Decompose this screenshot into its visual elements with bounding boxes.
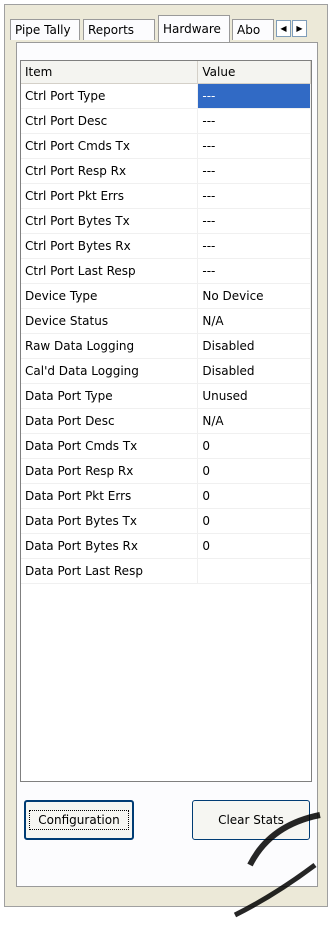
row-value-cell: 0: [198, 534, 311, 558]
row-item-cell: Ctrl Port Type: [21, 84, 199, 108]
clear-stats-button[interactable]: Clear Stats: [192, 800, 310, 840]
row-item-cell: Ctrl Port Pkt Errs: [21, 184, 199, 208]
arrow-right-icon: ▶: [296, 24, 303, 33]
row-item-cell: Cal'd Data Logging: [21, 359, 199, 383]
column-header-item[interactable]: Item: [21, 61, 199, 83]
row-value-cell: ---: [198, 209, 311, 233]
arrow-left-icon: ◀: [280, 24, 287, 33]
table-row[interactable]: Raw Data Logging Disabled: [21, 334, 311, 359]
table-row[interactable]: Ctrl Port Resp Rx ---: [21, 159, 311, 184]
tab-label: Pipe Tally: [15, 23, 71, 37]
row-value-cell: Disabled: [198, 359, 311, 383]
table-row[interactable]: Data Port Last Resp: [21, 559, 311, 584]
tab-about[interactable]: Abo: [232, 19, 274, 40]
row-value-cell: Unused: [198, 384, 311, 408]
table-row[interactable]: Data Port Resp Rx 0: [21, 459, 311, 484]
row-item-cell: Ctrl Port Last Resp: [21, 259, 199, 283]
row-value-cell: 0: [198, 484, 311, 508]
row-item-cell: Ctrl Port Desc: [21, 109, 199, 133]
row-item-cell: Data Port Last Resp: [21, 559, 199, 583]
row-value-cell: 0: [198, 509, 311, 533]
row-value-cell: ---: [198, 109, 311, 133]
row-item-cell: Data Port Type: [21, 384, 199, 408]
row-value-cell: ---: [198, 259, 311, 283]
table-row[interactable]: Ctrl Port Type ---: [21, 84, 311, 109]
clear-stats-button-label: Clear Stats: [218, 813, 284, 827]
tab-scroll-right-button[interactable]: ▶: [292, 20, 307, 37]
row-value-cell: ---: [198, 134, 311, 158]
row-value-cell: ---: [198, 84, 311, 108]
tab-label: Hardware: [163, 22, 221, 36]
row-item-cell: Data Port Desc: [21, 409, 199, 433]
table-row[interactable]: Data Port Desc N/A: [21, 409, 311, 434]
row-value-cell: N/A: [198, 409, 311, 433]
grid-header: Item Value: [21, 61, 311, 84]
row-item-cell: Ctrl Port Resp Rx: [21, 159, 199, 183]
table-row[interactable]: Data Port Bytes Rx 0: [21, 534, 311, 559]
tab-hardware[interactable]: Hardware: [158, 15, 230, 42]
row-item-cell: Data Port Pkt Errs: [21, 484, 199, 508]
row-item-cell: Data Port Bytes Rx: [21, 534, 199, 558]
tab-scroll-left-button[interactable]: ◀: [276, 20, 291, 37]
table-row[interactable]: Device Status N/A: [21, 309, 311, 334]
row-item-cell: Data Port Cmds Tx: [21, 434, 199, 458]
tab-label: Abo: [237, 23, 261, 37]
row-value-cell: [198, 559, 311, 583]
row-item-cell: Device Type: [21, 284, 199, 308]
table-row[interactable]: Data Port Pkt Errs 0: [21, 484, 311, 509]
table-row[interactable]: Data Port Cmds Tx 0: [21, 434, 311, 459]
table-row[interactable]: Device Type No Device: [21, 284, 311, 309]
column-header-value[interactable]: Value: [198, 61, 311, 83]
row-item-cell: Raw Data Logging: [21, 334, 199, 358]
table-row[interactable]: Data Port Bytes Tx 0: [21, 509, 311, 534]
row-value-cell: Disabled: [198, 334, 311, 358]
row-value-cell: ---: [198, 184, 311, 208]
table-row[interactable]: Ctrl Port Desc ---: [21, 109, 311, 134]
row-item-cell: Ctrl Port Cmds Tx: [21, 134, 199, 158]
tab-strip: Pipe Tally Reports Hardware Abo ◀ ▶: [10, 14, 320, 42]
row-item-cell: Ctrl Port Bytes Tx: [21, 209, 199, 233]
table-row[interactable]: Ctrl Port Cmds Tx ---: [21, 134, 311, 159]
table-row[interactable]: Ctrl Port Bytes Tx ---: [21, 209, 311, 234]
table-row[interactable]: Ctrl Port Last Resp ---: [21, 259, 311, 284]
configuration-button[interactable]: Configuration: [24, 800, 134, 840]
row-value-cell: 0: [198, 434, 311, 458]
configuration-button-label: Configuration: [29, 810, 129, 830]
row-value-cell: 0: [198, 459, 311, 483]
row-item-cell: Data Port Bytes Tx: [21, 509, 199, 533]
table-row[interactable]: Ctrl Port Bytes Rx ---: [21, 234, 311, 259]
row-item-cell: Ctrl Port Bytes Rx: [21, 234, 199, 258]
row-value-cell: No Device: [198, 284, 311, 308]
row-value-cell: ---: [198, 159, 311, 183]
table-row[interactable]: Data Port Type Unused: [21, 384, 311, 409]
tab-pipe-tally[interactable]: Pipe Tally: [10, 19, 80, 40]
tab-reports[interactable]: Reports: [83, 19, 155, 40]
table-row[interactable]: Cal'd Data Logging Disabled: [21, 359, 311, 384]
row-value-cell: N/A: [198, 309, 311, 333]
row-value-cell: ---: [198, 234, 311, 258]
grid-body: Ctrl Port Type --- Ctrl Port Desc --- Ctrl P…: [21, 84, 311, 584]
row-item-cell: Data Port Resp Rx: [21, 459, 199, 483]
hardware-stats-grid[interactable]: Item Value Ctrl Port Type --- Ctrl Port De…: [20, 60, 312, 782]
tab-label: Reports: [88, 23, 135, 37]
table-row[interactable]: Ctrl Port Pkt Errs ---: [21, 184, 311, 209]
row-item-cell: Device Status: [21, 309, 199, 333]
